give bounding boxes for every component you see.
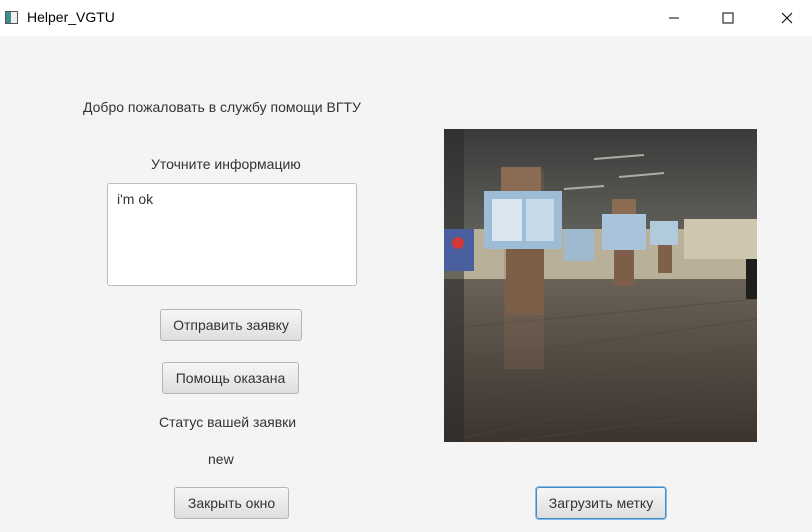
minimize-button[interactable]: [651, 0, 697, 36]
request-textarea[interactable]: i'm ok: [107, 183, 357, 286]
minimize-icon: [669, 17, 679, 19]
welcome-text: Добро пожаловать в службу помощи ВГТУ: [83, 99, 361, 115]
hall-photo: [444, 129, 757, 442]
close-icon: [781, 12, 793, 24]
window-title: Helper_VGTU: [27, 9, 115, 25]
maximize-icon: [722, 12, 734, 24]
app-window: Helper_VGTU Добро пожаловать в службу по…: [0, 0, 812, 532]
status-value: new: [208, 451, 234, 467]
app-icon: [5, 11, 18, 24]
send-request-button[interactable]: Отправить заявку: [160, 309, 302, 341]
upload-mark-button[interactable]: Загрузить метку: [536, 487, 666, 519]
close-window-action-button[interactable]: Закрыть окно: [174, 487, 289, 519]
title-bar: Helper_VGTU: [0, 0, 812, 36]
close-window-button[interactable]: [764, 0, 810, 36]
status-label: Статус вашей заявки: [159, 414, 297, 430]
clarify-label: Уточните информацию: [151, 156, 301, 172]
help-given-button[interactable]: Помощь оказана: [162, 362, 299, 394]
maximize-button[interactable]: [705, 0, 751, 36]
